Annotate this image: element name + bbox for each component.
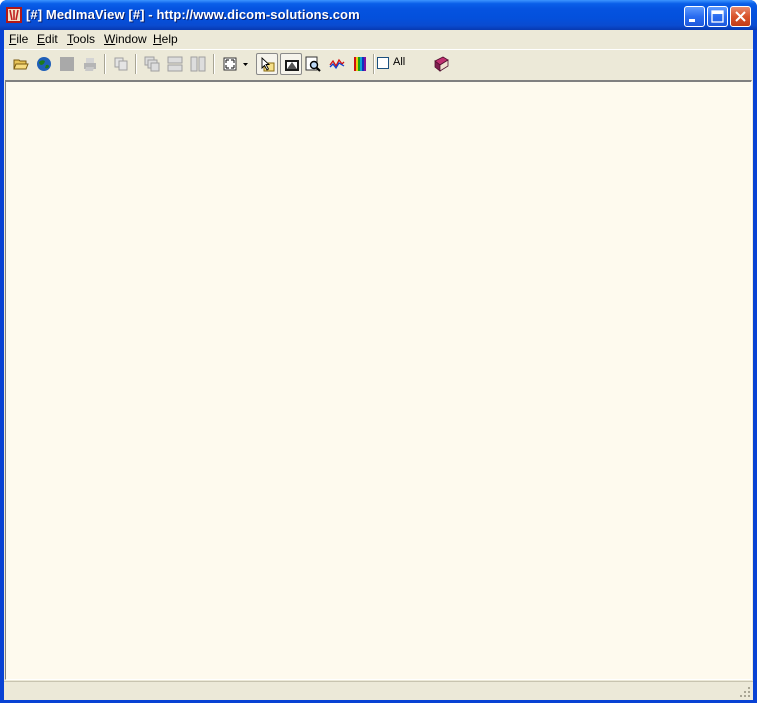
menu-edit[interactable]: Edit [37,32,58,46]
print-icon [84,58,96,71]
toolbar-separator [135,54,137,74]
maximize-icon [711,10,724,23]
menu-window[interactable]: Window [104,32,147,46]
tile-horizontal-button[interactable] [164,53,186,75]
resize-grip-icon[interactable] [739,686,751,698]
save-icon [60,57,74,71]
toolbar: All [4,50,753,78]
zoom-icon [305,56,321,72]
mdi-workspace[interactable] [5,80,752,680]
pointer-select-icon [261,57,275,72]
all-checkbox-label[interactable]: All [393,56,405,68]
fit-dropdown-button[interactable] [240,53,252,75]
color-palette-icon [354,57,366,71]
all-checkbox[interactable] [377,57,389,69]
window-level-icon [285,60,299,71]
window-level-button[interactable] [280,53,302,75]
title-bar[interactable]: [#] MedImaView [#] - http://www.dicom-so… [0,0,757,30]
cascade-button[interactable] [141,53,163,75]
profile-icon [329,58,345,70]
fit-screen-icon [223,57,237,71]
help-button[interactable] [430,53,452,75]
help-book-icon [434,56,449,72]
pointer-select-button[interactable] [256,53,278,75]
window-title: [#] MedImaView [#] - http://www.dicom-so… [26,7,360,22]
window-frame: File Edit Tools Window Help All [4,30,753,700]
menu-tools[interactable]: Tools [67,32,95,46]
minimize-icon [689,19,695,22]
profile-button[interactable] [326,53,348,75]
close-button[interactable] [730,6,751,27]
toolbar-separator [213,54,215,74]
zoom-button[interactable] [302,53,324,75]
tile-vertical-button[interactable] [187,53,209,75]
toolbar-separator [104,54,106,74]
color-palette-button[interactable] [349,53,371,75]
tile-horizontal-icon [167,56,183,72]
copy-button[interactable] [110,53,132,75]
fit-screen-button[interactable] [219,53,241,75]
maximize-button[interactable] [707,6,728,27]
save-button[interactable] [56,53,78,75]
open-folder-icon [13,59,29,70]
dropdown-arrow-icon [243,63,248,66]
app-window: [#] MedImaView [#] - http://www.dicom-so… [0,0,757,703]
network-button[interactable] [33,53,55,75]
medimaview-app-icon[interactable] [6,7,22,23]
cascade-icon [144,56,160,72]
menu-file[interactable]: File [9,32,28,46]
minimize-button[interactable] [684,6,705,27]
menu-bar: File Edit Tools Window Help [4,30,753,49]
print-button[interactable] [79,53,101,75]
globe-icon [37,57,51,71]
copy-icon [114,57,128,71]
status-pane [6,684,733,698]
toolbar-separator [373,54,375,74]
status-bar [4,681,753,700]
open-button[interactable] [10,53,32,75]
menu-help[interactable]: Help [153,32,178,46]
tile-vertical-icon [190,56,206,72]
close-icon [735,11,746,22]
